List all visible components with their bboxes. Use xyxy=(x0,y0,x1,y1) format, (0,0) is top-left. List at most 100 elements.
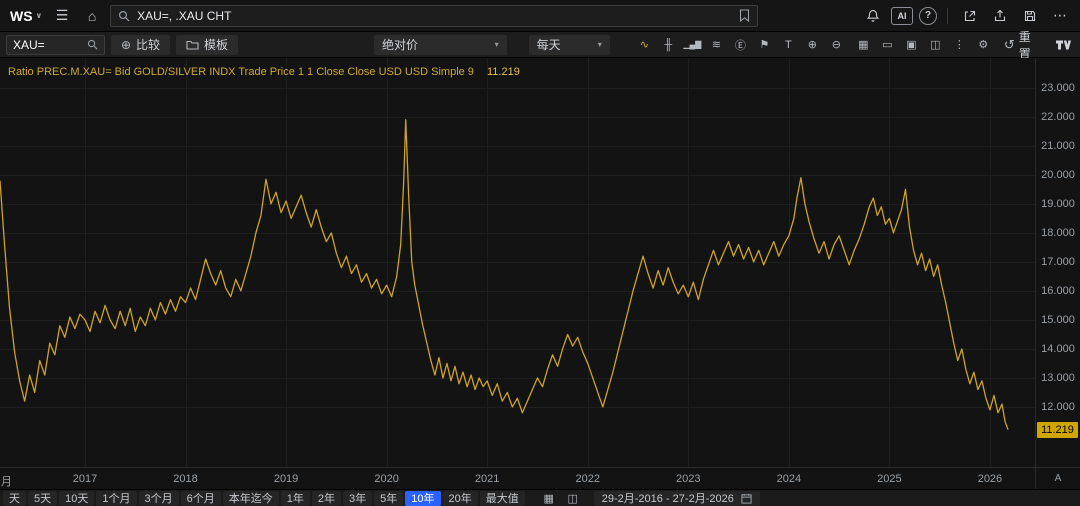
search-icon xyxy=(118,10,130,22)
price-tick: 15.000 xyxy=(1036,314,1080,326)
price-axis[interactable]: 11.219 23.00022.00021.00020.00019.00018.… xyxy=(1035,58,1080,467)
time-tick-2024: 2024 xyxy=(777,473,801,485)
range-button-20年[interactable]: 20年 xyxy=(443,491,478,506)
time-tick-2026: 2026 xyxy=(978,473,1002,485)
reset-label: 重置 xyxy=(1019,28,1040,62)
price-tick: 14.000 xyxy=(1036,343,1080,355)
legend-text: Ratio PREC.M.XAU= Bid GOLD/SILVER INDX T… xyxy=(8,66,474,78)
comment-icon[interactable]: ▭ xyxy=(877,35,898,55)
interval-grid-icon[interactable]: ▦ xyxy=(540,491,558,506)
candlestick-style-icon[interactable]: ╫ xyxy=(658,35,679,55)
price-tick: 13.000 xyxy=(1036,372,1080,384)
table-view-icon[interactable]: ▦ xyxy=(853,35,874,55)
workspace-app: WS ∨ ☰ ⌂ XAU=, .XAU CHT AI ? xyxy=(0,0,1080,506)
range-button-3个月[interactable]: 3个月 xyxy=(139,491,179,506)
help-button[interactable]: ? xyxy=(919,7,937,25)
chart-area: Ratio PREC.M.XAU= Bid GOLD/SILVER INDX T… xyxy=(0,58,1080,489)
overflow-menu-icon[interactable]: ⋯ xyxy=(1048,4,1072,28)
chart-toolbar: XAU= ⊕ 比较 模板 绝对价 ▾ 每天 ▾ ∿╫▁▄▇≋Ⓔ⚑T⊕⊖ ▦▭▣◫… xyxy=(0,32,1080,58)
compare-button[interactable]: ⊕ 比较 xyxy=(111,35,170,55)
help-label: ? xyxy=(925,10,931,21)
scale-settings-icon[interactable]: ◫ xyxy=(564,491,582,506)
chart-settings-gear-icon[interactable]: ⚙ xyxy=(973,35,994,55)
ai-label: AI xyxy=(898,11,907,21)
caret-down-icon: ▾ xyxy=(598,40,602,49)
save-icon[interactable] xyxy=(1018,4,1042,28)
zoom-in-icon[interactable]: ⊕ xyxy=(802,35,823,55)
interval-dropdown[interactable]: 每天 ▾ xyxy=(529,35,610,55)
range-extra-icons: ▦◫ xyxy=(540,491,582,506)
chart-legend[interactable]: Ratio PREC.M.XAU= Bid GOLD/SILVER INDX T… xyxy=(8,66,520,78)
more-options-icon[interactable]: ⋮ xyxy=(949,35,970,55)
open-in-new-icon[interactable] xyxy=(958,4,982,28)
snapshot-icon[interactable]: ▣ xyxy=(901,35,922,55)
auto-scale-button[interactable]: A xyxy=(1035,467,1080,489)
time-tick-月: 月 xyxy=(1,473,12,489)
range-button-10年[interactable]: 10年 xyxy=(405,491,440,506)
range-button-5年[interactable]: 5年 xyxy=(374,491,403,506)
hamburger-menu-icon[interactable]: ☰ xyxy=(50,4,74,28)
range-button-天[interactable]: 天 xyxy=(3,491,26,506)
text-tool-icon[interactable]: T xyxy=(778,35,799,55)
price-tick: 23.000 xyxy=(1036,82,1080,94)
range-button-1个月[interactable]: 1个月 xyxy=(96,491,136,506)
time-tick-2023: 2023 xyxy=(676,473,700,485)
price-tick: 22.000 xyxy=(1036,111,1080,123)
price-chart-canvas[interactable] xyxy=(0,58,1035,467)
logo-text: WS xyxy=(10,8,33,24)
symbol-value: XAU= xyxy=(13,38,45,52)
range-button-2年[interactable]: 2年 xyxy=(312,491,341,506)
range-button-6个月[interactable]: 6个月 xyxy=(181,491,221,506)
topbar-divider xyxy=(947,8,948,24)
share-icon[interactable] xyxy=(988,4,1012,28)
time-tick-2018: 2018 xyxy=(173,473,197,485)
events-icon[interactable]: Ⓔ xyxy=(730,35,751,55)
price-mode-value: 绝对价 xyxy=(382,36,418,53)
global-search-input[interactable]: XAU=, .XAU CHT xyxy=(110,5,758,27)
price-mode-dropdown[interactable]: 绝对价 ▾ xyxy=(374,35,507,55)
zoom-out-icon[interactable]: ⊖ xyxy=(826,35,847,55)
layout-panels-icon[interactable]: ◫ xyxy=(925,35,946,55)
range-button-1年[interactable]: 1年 xyxy=(281,491,310,506)
price-tick: 20.000 xyxy=(1036,169,1080,181)
range-button-3年[interactable]: 3年 xyxy=(343,491,372,506)
workspace-logo-menu[interactable]: WS ∨ xyxy=(8,8,44,24)
wave-overlay-icon[interactable]: ≋ xyxy=(706,35,727,55)
time-tick-2021: 2021 xyxy=(475,473,499,485)
chevron-down-icon: ∨ xyxy=(36,11,43,20)
calendar-icon xyxy=(741,493,752,504)
last-price-badge: 11.219 xyxy=(1037,422,1078,438)
price-tick: 12.000 xyxy=(1036,401,1080,413)
date-range-text: 29-2月-2016 - 27-2月-2026 xyxy=(602,490,734,506)
range-toolbar: 天5天10天1个月3个月6个月本年迄今1年2年3年5年10年20年最大值 ▦◫ … xyxy=(0,489,1080,506)
price-tick: 21.000 xyxy=(1036,140,1080,152)
flag-annotation-icon[interactable]: ⚑ xyxy=(754,35,775,55)
chart-views-strip: ▦▭▣◫⋮⚙ xyxy=(853,35,994,55)
template-label: 模板 xyxy=(204,36,228,53)
symbol-input[interactable]: XAU= xyxy=(6,35,105,55)
bar-chart-style-icon[interactable]: ▁▄▇ xyxy=(682,35,703,55)
reset-button[interactable]: ↺ 重置 xyxy=(998,28,1046,62)
folder-icon xyxy=(186,39,199,50)
time-tick-2020: 2020 xyxy=(374,473,398,485)
range-button-本年迄今[interactable]: 本年迄今 xyxy=(223,491,279,506)
home-icon[interactable]: ⌂ xyxy=(80,4,104,28)
tradingview-logo-icon[interactable] xyxy=(1050,33,1074,57)
time-tick-2022: 2022 xyxy=(575,473,599,485)
compare-label: 比较 xyxy=(136,36,160,53)
plus-circle-icon: ⊕ xyxy=(121,38,131,52)
range-button-5天[interactable]: 5天 xyxy=(28,491,57,506)
time-tick-2017: 2017 xyxy=(73,473,97,485)
bell-icon[interactable] xyxy=(861,4,885,28)
range-button-最大值[interactable]: 最大值 xyxy=(480,491,525,506)
ai-assistant-button[interactable]: AI xyxy=(891,7,913,25)
bookmark-icon[interactable] xyxy=(739,9,750,22)
date-range-picker[interactable]: 29-2月-2016 - 27-2月-2026 xyxy=(594,491,760,506)
range-button-10天[interactable]: 10天 xyxy=(59,491,94,506)
template-button[interactable]: 模板 xyxy=(176,35,238,55)
symbol-search-icon xyxy=(87,39,98,50)
time-axis[interactable]: 月201720182019202020212022202320242025202… xyxy=(0,467,1035,489)
interval-value: 每天 xyxy=(537,36,561,53)
line-chart-style-icon[interactable]: ∿ xyxy=(634,35,655,55)
reset-icon: ↺ xyxy=(1004,37,1015,53)
